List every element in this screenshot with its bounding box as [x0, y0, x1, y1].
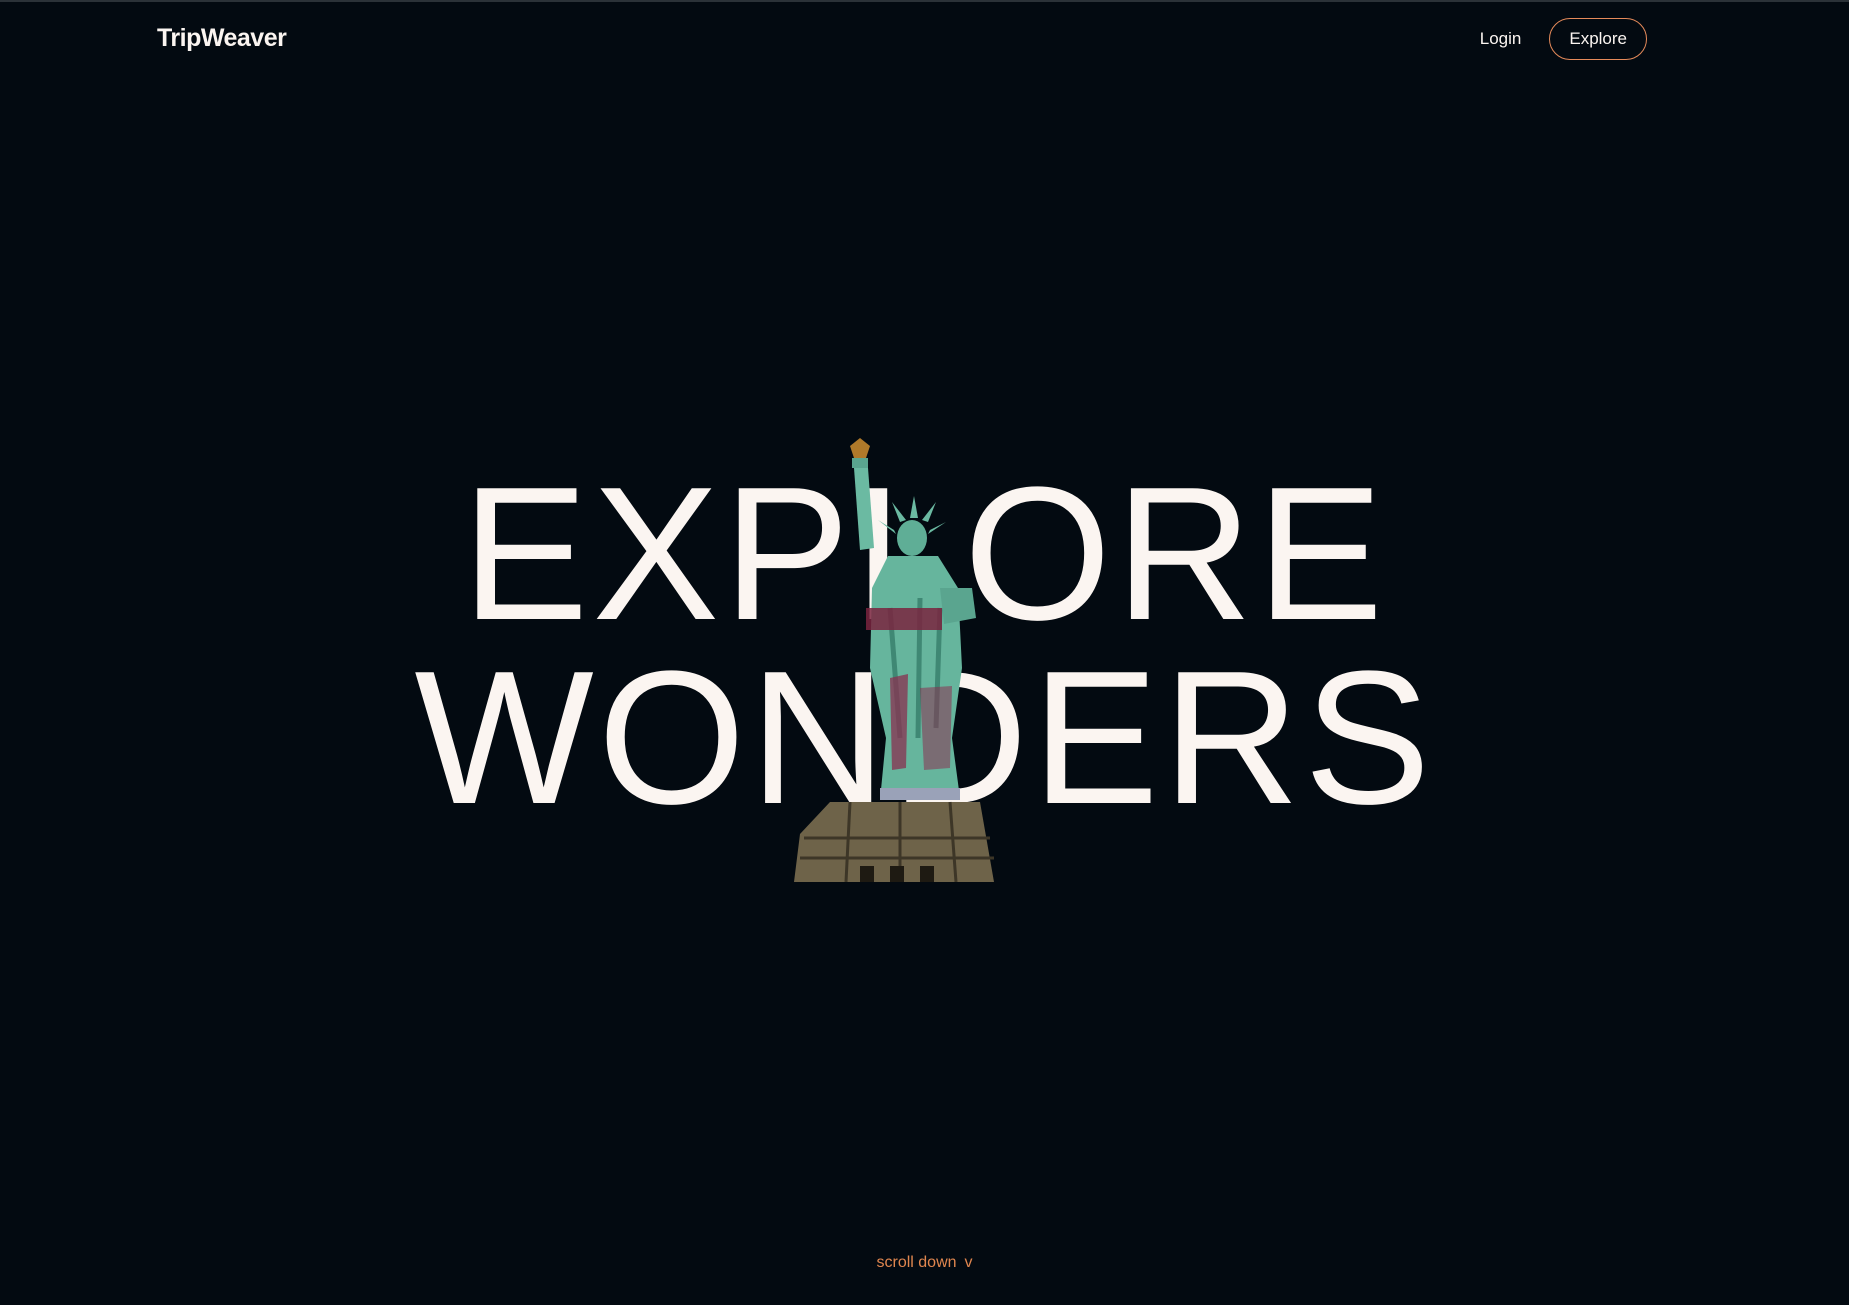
top-nav: Login Explore — [1480, 18, 1647, 60]
scroll-down-hint[interactable]: scroll down v — [0, 1254, 1849, 1272]
statue-of-liberty-image — [794, 438, 994, 882]
landing-page: TripWeaver Login Explore EXPLORE WONDERS — [0, 0, 1849, 1305]
explore-button[interactable]: Explore — [1549, 18, 1647, 60]
login-link[interactable]: Login — [1480, 29, 1522, 49]
brand-logo[interactable]: TripWeaver — [157, 24, 287, 53]
chevron-down-icon: v — [964, 1254, 973, 1271]
scroll-down-label: scroll down — [876, 1254, 957, 1271]
